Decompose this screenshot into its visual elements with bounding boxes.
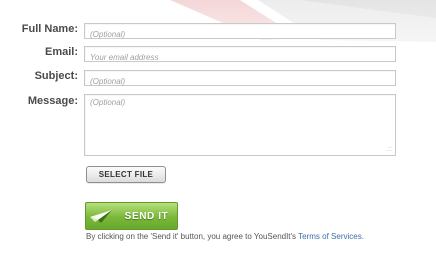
agreement-period: . xyxy=(361,232,364,241)
message-field-wrapper: .:: xyxy=(84,94,396,156)
full-name-field-wrapper xyxy=(84,23,396,42)
message-textarea[interactable] xyxy=(85,95,395,155)
agreement-sentence: By clicking on the 'Send it' button, you… xyxy=(86,232,299,241)
terms-of-services-link[interactable]: Terms of Services xyxy=(298,232,362,241)
message-label: Message: xyxy=(27,95,78,107)
subject-label: Subject: xyxy=(34,70,78,82)
full-name-input[interactable] xyxy=(85,28,395,42)
email-label: Email: xyxy=(44,46,78,58)
paper-plane-icon xyxy=(86,203,116,229)
subject-input[interactable] xyxy=(85,75,395,89)
select-file-button[interactable]: SELECT FILE xyxy=(86,166,166,183)
resize-grip-icon[interactable]: .:: xyxy=(386,146,392,153)
agreement-text: By clicking on the 'Send it' button, you… xyxy=(86,232,364,241)
contact-form: Full Name: Email: Subject: Message: .:: … xyxy=(0,0,436,261)
email-input[interactable] xyxy=(85,51,395,65)
send-it-label: SEND IT xyxy=(124,210,169,222)
subject-field-wrapper xyxy=(84,70,396,89)
send-it-button[interactable]: SEND IT xyxy=(85,202,178,230)
full-name-label: Full Name: xyxy=(21,23,78,35)
email-field-wrapper xyxy=(84,46,396,65)
